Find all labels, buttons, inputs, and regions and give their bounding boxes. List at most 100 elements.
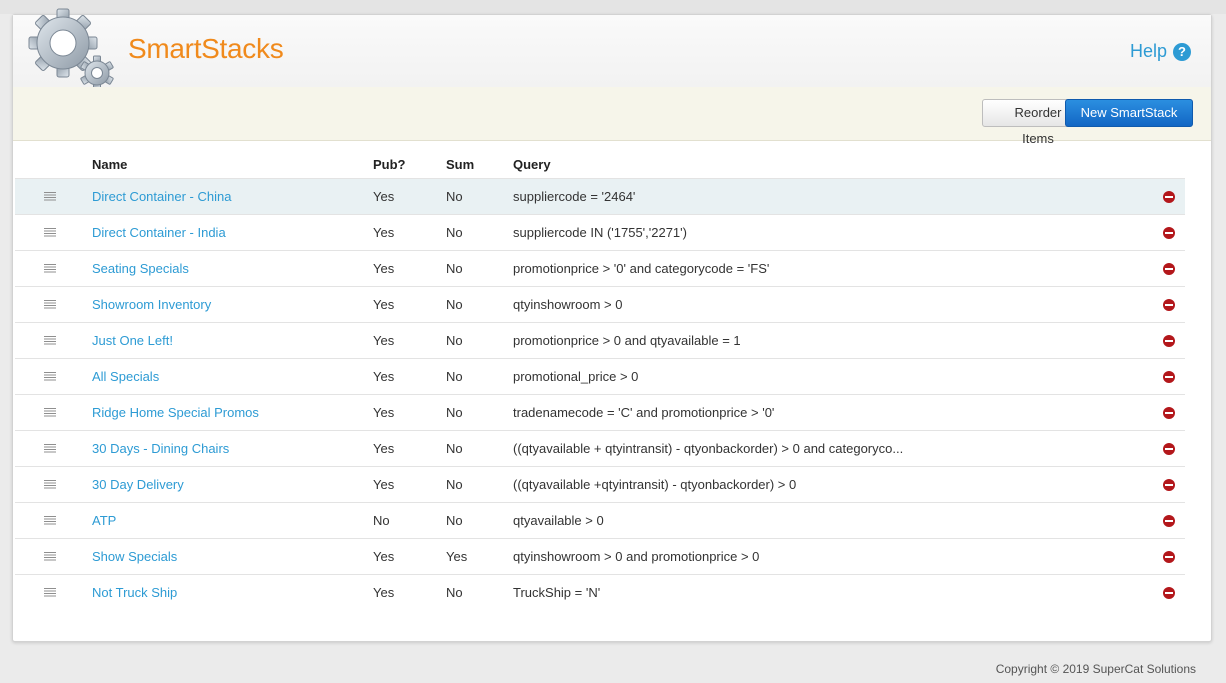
drag-handle-icon[interactable] (44, 228, 56, 237)
pub-cell: Yes (373, 466, 446, 503)
drag-handle-icon[interactable] (44, 192, 56, 201)
delete-icon[interactable] (1163, 370, 1175, 383)
table-row[interactable]: 30 Day Delivery Yes No ((qtyavailable +q… (15, 466, 1185, 503)
sum-cell: No (446, 358, 513, 395)
table-row[interactable]: Direct Container - China Yes No supplier… (15, 178, 1185, 215)
table-row[interactable]: Not Truck Ship Yes No TruckShip = 'N' (15, 574, 1185, 610)
question-circle-icon: ? (1173, 42, 1191, 61)
delete-icon[interactable] (1163, 514, 1175, 527)
query-cell: ((qtyavailable + qtyintransit) - qtyonba… (513, 430, 1163, 467)
window-top-strip (0, 0, 1226, 14)
pub-cell: Yes (373, 178, 446, 215)
footer-copyright: Copyright © 2019 SuperCat Solutions (995, 662, 1196, 676)
sum-cell: No (446, 322, 513, 359)
header-pub: Pub? (373, 156, 406, 172)
drag-handle-icon[interactable] (44, 480, 56, 489)
app-header: SmartStacks Help ? (13, 8, 1211, 91)
table-row[interactable]: Ridge Home Special Promos Yes No tradena… (15, 394, 1185, 431)
sum-cell: No (446, 250, 513, 287)
drag-handle-icon[interactable] (44, 300, 56, 309)
header-delete (1163, 150, 1185, 179)
delete-icon[interactable] (1163, 406, 1175, 419)
table-row[interactable]: Seating Specials Yes No promotionprice >… (15, 250, 1185, 287)
gears-logo-icon (28, 8, 114, 91)
stack-name-link[interactable]: All Specials (92, 369, 159, 384)
delete-icon[interactable] (1163, 262, 1175, 275)
table-row[interactable]: Showroom Inventory Yes No qtyinshowroom … (15, 286, 1185, 323)
table-row[interactable]: All Specials Yes No promotional_price > … (15, 358, 1185, 395)
query-cell: qtyinshowroom > 0 and promotionprice > 0 (513, 538, 1163, 575)
stack-name-link[interactable]: Ridge Home Special Promos (92, 405, 259, 420)
delete-icon[interactable] (1163, 226, 1175, 239)
delete-icon[interactable] (1163, 298, 1175, 311)
table-row[interactable]: Direct Container - India Yes No supplier… (15, 214, 1185, 251)
new-smartstack-button[interactable]: New SmartStack (1065, 99, 1193, 127)
drag-handle-icon[interactable] (44, 444, 56, 453)
sum-cell: Yes (446, 538, 513, 575)
drag-handle-icon[interactable] (44, 552, 56, 561)
pub-cell: Yes (373, 538, 446, 575)
sum-cell: No (446, 502, 513, 539)
query-cell: suppliercode = '2464' (513, 178, 1163, 215)
query-cell: tradenamecode = 'C' and promotionprice >… (513, 394, 1163, 431)
action-toolbar: Reorder Items New SmartStack (13, 87, 1211, 146)
drag-handle-icon[interactable] (44, 372, 56, 381)
query-cell: ((qtyavailable +qtyintransit) - qtyonbac… (513, 466, 1163, 503)
delete-icon[interactable] (1163, 478, 1175, 491)
stack-name-link[interactable]: Seating Specials (92, 261, 189, 276)
table-row[interactable]: Show Specials Yes Yes qtyinshowroom > 0 … (15, 538, 1185, 575)
pub-cell: Yes (373, 574, 446, 610)
sum-cell: No (446, 394, 513, 431)
delete-icon[interactable] (1163, 550, 1175, 563)
stack-name-link[interactable]: Show Specials (92, 549, 177, 564)
drag-handle-icon[interactable] (44, 264, 56, 273)
stack-name-link[interactable]: Showroom Inventory (92, 297, 211, 312)
stack-name-link[interactable]: Direct Container - China (92, 189, 231, 204)
sum-cell: No (446, 178, 513, 215)
query-cell: promotional_price > 0 (513, 358, 1163, 395)
help-link[interactable]: Help ? (1130, 41, 1191, 62)
query-cell: promotionprice > '0' and categorycode = … (513, 250, 1163, 287)
sum-cell: No (446, 466, 513, 503)
stack-name-link[interactable]: ATP (92, 513, 116, 528)
query-cell: suppliercode IN ('1755','2271') (513, 214, 1163, 251)
query-cell: TruckShip = 'N' (513, 574, 1163, 610)
delete-icon[interactable] (1163, 334, 1175, 347)
table-header-row: Name Pub? Sum Query (15, 150, 1185, 179)
header-sum: Sum (446, 156, 475, 172)
stack-name-link[interactable]: Just One Left! (92, 333, 173, 348)
pub-cell: Yes (373, 286, 446, 323)
delete-icon[interactable] (1163, 442, 1175, 455)
header-handle (15, 150, 92, 179)
pub-cell: Yes (373, 322, 446, 359)
app-title: SmartStacks (128, 33, 284, 64)
smartstacks-table: Name Pub? Sum Query Direct Container - C… (15, 150, 1185, 610)
query-cell: qtyinshowroom > 0 (513, 286, 1163, 323)
stack-name-link[interactable]: 30 Days - Dining Chairs (92, 441, 229, 456)
header-name: Name (92, 156, 128, 172)
drag-handle-icon[interactable] (44, 588, 56, 597)
header-query: Query (513, 156, 551, 172)
pub-cell: No (373, 502, 446, 539)
sum-cell: No (446, 574, 513, 610)
query-cell: qtyavailable > 0 (513, 502, 1163, 539)
table-row[interactable]: Just One Left! Yes No promotionprice > 0… (15, 322, 1185, 359)
table-row[interactable]: 30 Days - Dining Chairs Yes No ((qtyavai… (15, 430, 1185, 467)
stack-name-link[interactable]: Direct Container - India (92, 225, 226, 240)
query-cell: promotionprice > 0 and qtyavailable = 1 (513, 322, 1163, 359)
drag-handle-icon[interactable] (44, 336, 56, 345)
sum-cell: No (446, 430, 513, 467)
drag-handle-icon[interactable] (44, 408, 56, 417)
sum-cell: No (446, 214, 513, 251)
delete-icon[interactable] (1163, 586, 1175, 599)
delete-icon[interactable] (1163, 190, 1175, 203)
drag-handle-icon[interactable] (44, 516, 56, 525)
pub-cell: Yes (373, 214, 446, 251)
stack-name-link[interactable]: Not Truck Ship (92, 585, 177, 600)
table-row[interactable]: ATP No No qtyavailable > 0 (15, 502, 1185, 539)
help-label: Help (1129, 41, 1167, 61)
sum-cell: No (446, 286, 513, 323)
pub-cell: Yes (373, 358, 446, 395)
pub-cell: Yes (373, 250, 446, 287)
stack-name-link[interactable]: 30 Day Delivery (92, 477, 184, 492)
